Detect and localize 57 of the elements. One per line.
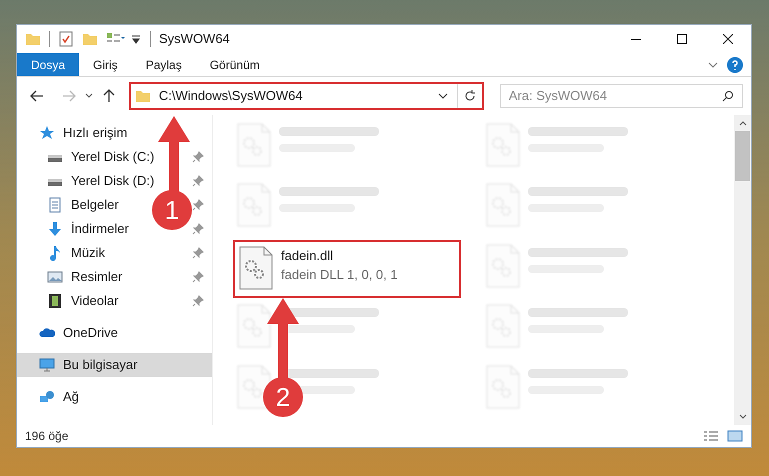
search-input[interactable]: Ara: SysWOW64 [500,86,722,106]
maximize-icon [677,34,687,44]
pin-icon[interactable] [192,175,204,187]
window-title: SysWOW64 [159,30,230,48]
file-item[interactable]: fadein.dll fadein DLL 1, 0, 0, 1 [233,240,461,298]
nav-item[interactable]: Müzik [17,241,113,265]
star-icon [39,125,55,141]
gear-file-icon [237,304,271,348]
nav-item[interactable]: Hızlı erişim [17,121,136,145]
pin-icon[interactable] [192,271,204,283]
help-icon[interactable] [727,56,743,72]
pin-icon[interactable] [192,223,204,235]
search-field[interactable]: Ara: SysWOW64 [500,84,743,108]
nav-item[interactable]: Yerel Disk (C:) [17,145,162,169]
pin-icon[interactable] [192,247,204,259]
scroll-up-icon[interactable] [738,119,746,127]
scroll-down-icon[interactable] [738,413,746,421]
music-note-icon [47,245,63,261]
picture-icon [47,269,63,285]
scrollbar[interactable] [734,115,751,425]
network-icon [39,389,55,405]
back-arrow-icon[interactable] [29,88,45,104]
nav-item[interactable]: OneDrive [17,321,126,345]
ribbon-tab[interactable]: Paylaş [132,53,196,76]
monitor-icon [39,357,55,373]
ribbon-tab[interactable]: Giriş [79,53,132,76]
minimize-icon [631,38,641,40]
file-description: fadein DLL 1, 0, 0, 1 [281,266,398,284]
properties-icon[interactable] [58,31,74,47]
film-icon [47,293,63,309]
address-field[interactable]: C:\Windows\SysWOW64 [128,82,484,110]
gear-file-icon [239,246,273,290]
folder-icon [134,88,151,104]
scrollbar-thumb[interactable] [735,131,750,181]
details-view-icon[interactable] [703,430,719,442]
search-icon[interactable] [722,90,734,102]
caret-icon[interactable] [130,33,142,45]
nav-item[interactable]: İndirmeler [17,217,137,241]
nav-item[interactable]: Bu bilgisayar [17,353,212,377]
caret-icon[interactable] [84,92,93,100]
large-icons-view-icon[interactable] [727,430,743,442]
nav-item[interactable]: Ağ [17,385,87,409]
nav-item[interactable]: Resimler [17,265,130,289]
document-icon [47,197,63,213]
nav-item[interactable]: Videolar [17,289,126,313]
pin-icon[interactable] [192,199,204,211]
pin-icon[interactable] [192,295,204,307]
file-name: fadein.dll [281,246,334,265]
pin-icon[interactable] [192,151,204,163]
close-icon [723,34,733,44]
up-arrow-icon[interactable] [100,88,117,104]
ribbon-tab[interactable]: Dosya [17,53,80,76]
nav-item[interactable]: Belgeler [17,193,127,217]
item-count: 196 öğe [25,428,68,445]
ribbon-tab[interactable]: Görünüm [196,53,274,76]
download-arrow-icon [47,221,63,237]
nav-item[interactable]: Yerel Disk (D:) [17,169,162,193]
